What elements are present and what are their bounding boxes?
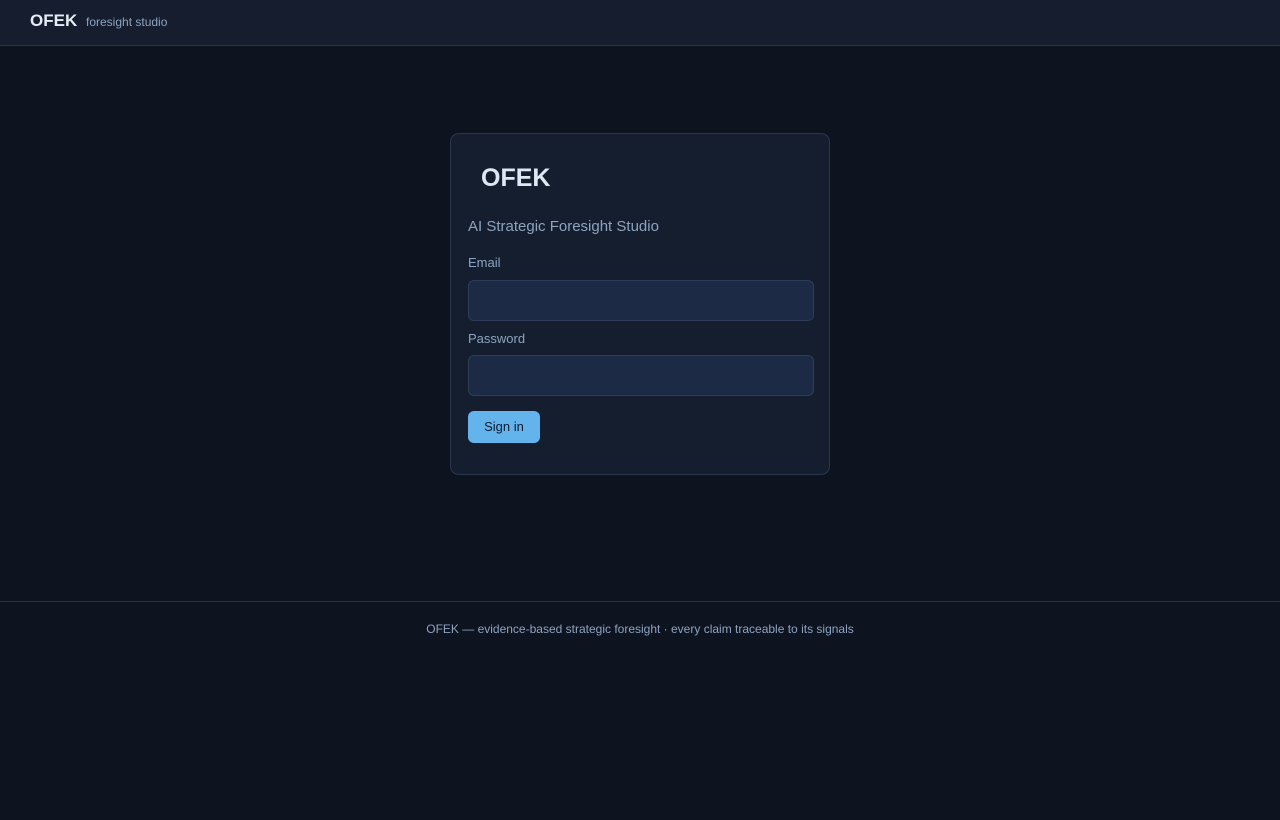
login-card: OFEK AI Strategic Foresight Studio Email… <box>450 133 830 475</box>
password-label: Password <box>468 331 526 346</box>
login-subtitle: AI Strategic Foresight Studio <box>468 218 659 235</box>
footer-text: OFEK — evidence-based strategic foresigh… <box>426 622 854 636</box>
email-field[interactable] <box>468 280 814 321</box>
password-field[interactable] <box>468 355 814 396</box>
footer: OFEK — evidence-based strategic foresigh… <box>0 601 1280 636</box>
brand-tagline: foresight studio <box>86 15 168 29</box>
brand-logo[interactable]: OFEK <box>30 11 77 31</box>
sign-in-button[interactable]: Sign in <box>468 411 540 443</box>
email-label: Email <box>468 255 501 270</box>
login-title: OFEK <box>481 164 551 192</box>
top-bar: OFEK foresight studio <box>0 0 1280 46</box>
